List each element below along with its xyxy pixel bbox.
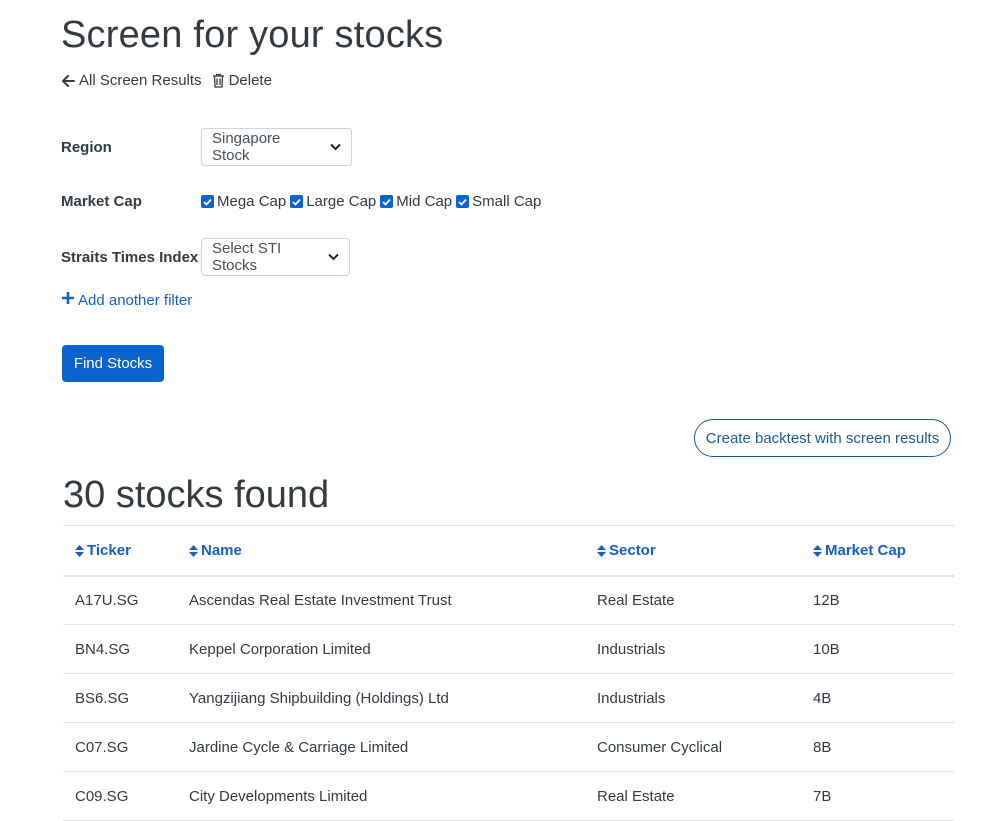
sector-header-label: Sector — [609, 541, 656, 559]
check-icon — [201, 195, 214, 208]
sector-cell: Consumer Cyclical — [585, 722, 801, 772]
create-backtest-button[interactable]: Create backtest with screen results — [694, 419, 951, 457]
sort-ticker-header[interactable]: Ticker — [63, 525, 177, 577]
market-cap-filter: Market Cap Mega Cap Large Cap Mid Cap Sm… — [61, 193, 541, 210]
mega-cap-label: Mega Cap — [217, 193, 287, 210]
sti-filter: Straits Times Index Select STI Stocks — [61, 238, 350, 276]
name-cell: Yangzijiang Shipbuilding (Holdings) Ltd — [177, 673, 585, 723]
add-filter-label: Add another filter — [78, 291, 193, 309]
sti-select-value: Select STI Stocks — [212, 240, 282, 274]
ticker-header-label: Ticker — [87, 541, 131, 559]
sort-market-cap-header[interactable]: Market Cap — [801, 525, 954, 577]
sector-cell: Industrials — [585, 624, 801, 674]
check-icon — [456, 195, 470, 208]
sti-select[interactable]: Select STI Stocks — [201, 238, 350, 276]
region-filter: Region Singapore Stock — [61, 128, 352, 166]
breadcrumb: All Screen Results Delete — [61, 72, 272, 89]
market-cap-header-label: Market Cap — [825, 541, 906, 559]
region-select[interactable]: Singapore Stock — [201, 128, 352, 166]
arrow-left-icon — [61, 74, 75, 88]
market-cap-cell: 7B — [801, 771, 954, 821]
sort-sector-header[interactable]: Sector — [585, 525, 801, 577]
table-row[interactable]: A17U.SG Ascendas Real Estate Investment … — [63, 575, 954, 625]
small-cap-label: Small Cap — [472, 193, 542, 210]
delete-link[interactable]: Delete — [212, 72, 272, 89]
name-header-label: Name — [201, 541, 242, 559]
page-title: Screen for your stocks — [61, 14, 444, 56]
large-cap-checkbox[interactable]: Large Cap — [290, 193, 376, 210]
ticker-cell: BS6.SG — [63, 673, 177, 723]
market-cap-cell: 12B — [801, 575, 954, 625]
name-cell: Keppel Corporation Limited — [177, 624, 585, 674]
results-table: Ticker Name Sector Market Cap A17U.SG As… — [63, 525, 954, 821]
sort-icon — [813, 544, 822, 557]
ticker-cell: C07.SG — [63, 722, 177, 772]
sort-icon — [189, 544, 198, 557]
sti-label: Straits Times Index — [61, 248, 199, 266]
mid-cap-label: Mid Cap — [396, 193, 453, 210]
check-icon — [290, 195, 304, 208]
table-row[interactable]: BS6.SG Yangzijiang Shipbuilding (Holding… — [63, 673, 954, 723]
market-cap-cell: 8B — [801, 722, 954, 772]
sector-cell: Real Estate — [585, 575, 801, 625]
chevron-down-icon — [330, 140, 341, 154]
sort-icon — [597, 544, 606, 557]
ticker-cell: BN4.SG — [63, 624, 177, 674]
mid-cap-checkbox[interactable]: Mid Cap — [380, 193, 452, 210]
delete-label: Delete — [228, 72, 272, 89]
results-count-title: 30 stocks found — [63, 474, 330, 516]
market-cap-cell: 10B — [801, 624, 954, 674]
find-stocks-button[interactable]: Find Stocks — [62, 345, 164, 382]
sector-cell: Real Estate — [585, 771, 801, 821]
add-filter-link[interactable]: Add another filter — [61, 291, 192, 309]
table-row[interactable]: C07.SG Jardine Cycle & Carriage Limited … — [63, 722, 954, 772]
region-label: Region — [61, 138, 112, 156]
name-cell: City Developments Limited — [177, 771, 585, 821]
market-cap-cell: 4B — [801, 673, 954, 723]
plus-icon — [61, 291, 75, 309]
ticker-cell: A17U.SG — [63, 575, 177, 625]
small-cap-checkbox[interactable]: Small Cap — [456, 193, 541, 210]
chevron-down-icon — [328, 250, 339, 264]
name-cell: Jardine Cycle & Carriage Limited — [177, 722, 585, 772]
sort-name-header[interactable]: Name — [177, 525, 585, 577]
sort-icon — [75, 544, 84, 557]
sector-cell: Industrials — [585, 673, 801, 723]
region-select-value: Singapore Stock — [212, 130, 281, 164]
table-header-row: Ticker Name Sector Market Cap — [63, 525, 954, 577]
ticker-cell: C09.SG — [63, 771, 177, 821]
market-cap-options: Mega Cap Large Cap Mid Cap Small Cap — [201, 193, 541, 210]
mega-cap-checkbox[interactable]: Mega Cap — [201, 193, 286, 210]
all-screen-results-link[interactable]: All Screen Results — [61, 72, 202, 89]
trash-icon — [212, 73, 225, 88]
check-icon — [380, 195, 394, 208]
table-row[interactable]: BN4.SG Keppel Corporation Limited Indust… — [63, 624, 954, 674]
all-screen-results-label: All Screen Results — [79, 72, 202, 89]
table-row[interactable]: C09.SG City Developments Limited Real Es… — [63, 771, 954, 821]
name-cell: Ascendas Real Estate Investment Trust — [177, 575, 585, 625]
large-cap-label: Large Cap — [306, 193, 377, 210]
market-cap-label: Market Cap — [61, 193, 142, 210]
